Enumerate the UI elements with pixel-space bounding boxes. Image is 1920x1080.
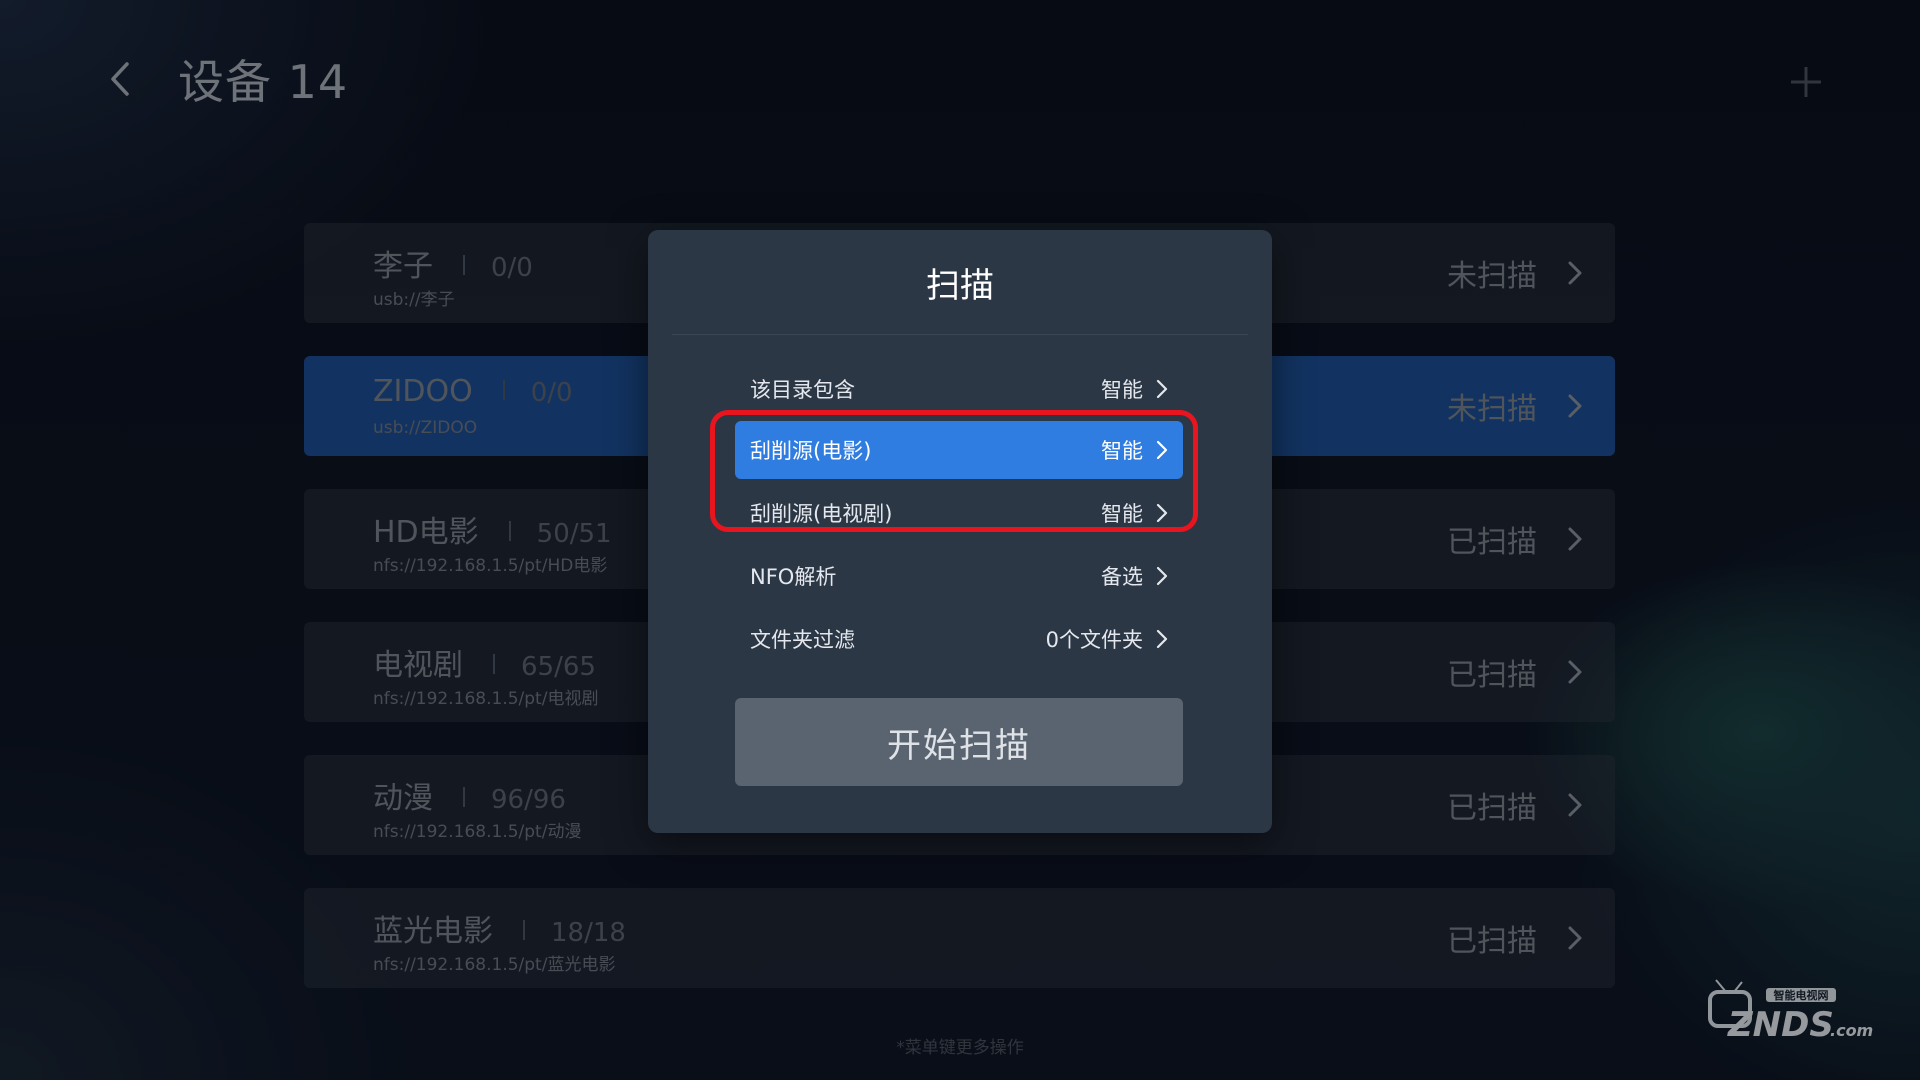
- scan-dialog: 扫描 该目录包含 智能 刮削源(电影) 智能 刮削源(电视剧) 智能 NFO解析…: [648, 230, 1272, 833]
- option-label: 文件夹过滤: [750, 628, 855, 652]
- chevron-right-icon: [1156, 566, 1168, 586]
- start-scan-button[interactable]: 开始扫描: [735, 698, 1183, 786]
- option-value: 智能: [1101, 378, 1143, 402]
- option-label: NFO解析: [750, 565, 837, 589]
- annotation-highlight: [710, 410, 1198, 532]
- option-value: 备选: [1101, 565, 1143, 589]
- option-nfo-parse[interactable]: NFO解析 备选: [735, 547, 1183, 605]
- option-folder-filter[interactable]: 文件夹过滤 0个文件夹: [735, 610, 1183, 668]
- dialog-title: 扫描: [926, 266, 994, 306]
- chevron-right-icon: [1156, 629, 1168, 649]
- dialog-divider: [672, 334, 1248, 335]
- option-value: 0个文件夹: [1045, 628, 1143, 652]
- option-label: 该目录包含: [750, 378, 855, 402]
- chevron-right-icon: [1156, 379, 1168, 399]
